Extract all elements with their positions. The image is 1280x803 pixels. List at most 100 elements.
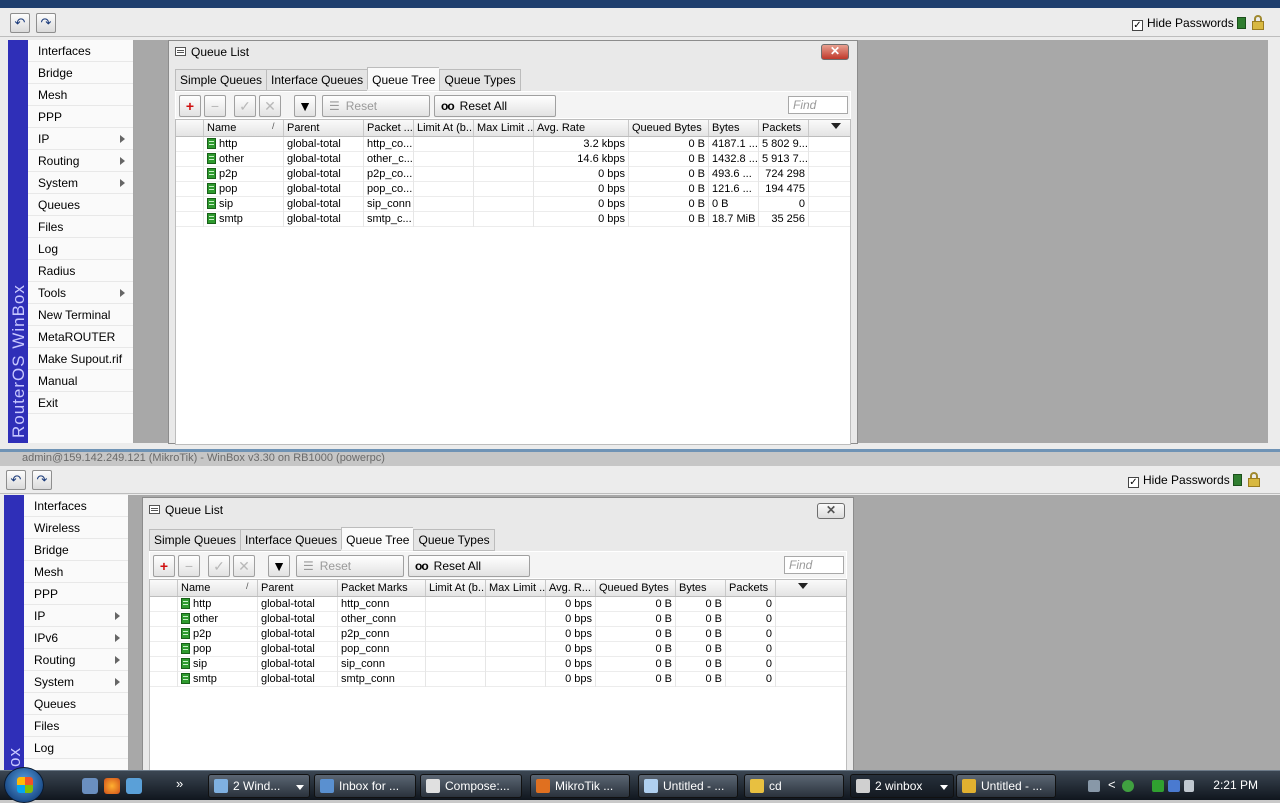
enable-button[interactable]: ✓: [208, 555, 230, 577]
column-header-packets[interactable]: Packets: [759, 120, 809, 136]
task-button[interactable]: Inbox for ...: [314, 774, 416, 798]
tab-simple-queues[interactable]: Simple Queues: [149, 529, 241, 551]
close-button[interactable]: ✕: [817, 503, 845, 519]
table-row[interactable]: http global-total http_co... 3.2 kbps 0 B 418…: [176, 137, 850, 152]
menu-item-ipv6[interactable]: IPv6: [24, 627, 128, 649]
menu-item-make-supout-rif[interactable]: Make Supout.rif: [28, 348, 133, 370]
column-header-packets[interactable]: Packets: [726, 580, 776, 596]
add-button[interactable]: +: [153, 555, 175, 577]
hide-passwords-checkbox[interactable]: ✓ Hide Passwords: [1132, 16, 1234, 31]
menu-item-ip[interactable]: IP: [24, 605, 128, 627]
tab-queue-tree[interactable]: Queue Tree: [341, 527, 414, 550]
tray-expand-button[interactable]: <: [1108, 777, 1116, 792]
window-2-titlebar[interactable]: admin@159.142.249.121 (MikroTik) - WinBo…: [0, 452, 1280, 466]
table-row[interactable]: p2p global-total p2p_conn 0 bps 0 B 0 B 0: [150, 627, 846, 642]
menu-item-log[interactable]: Log: [24, 737, 128, 759]
task-button[interactable]: MikroTik ...: [530, 774, 630, 798]
table-row[interactable]: other global-total other_c... 14.6 kbps 0 B 1…: [176, 152, 850, 167]
menu-item-interfaces[interactable]: Interfaces: [24, 495, 128, 517]
remove-button[interactable]: −: [204, 95, 226, 117]
menu-item-queues[interactable]: Queues: [28, 194, 133, 216]
column-header-avg-r-[interactable]: Avg. R...: [546, 580, 596, 596]
table-row[interactable]: sip global-total sip_conn 0 bps 0 B 0 B 0: [176, 197, 850, 212]
window-1-titlebar[interactable]: [0, 0, 1280, 8]
task-button[interactable]: Untitled - ...: [638, 774, 738, 798]
queue-list-titlebar[interactable]: Queue List: [169, 41, 857, 63]
enable-button[interactable]: ✓: [234, 95, 256, 117]
menu-item-mesh[interactable]: Mesh: [28, 84, 133, 106]
task-button[interactable]: Compose:...: [420, 774, 522, 798]
tab-queue-tree[interactable]: Queue Tree: [367, 67, 440, 90]
thunderbird-icon[interactable]: [126, 778, 142, 794]
menu-item-tools[interactable]: Tools: [28, 282, 133, 304]
checkbox-icon[interactable]: ✓: [1128, 477, 1139, 488]
redo-button[interactable]: ↷: [36, 13, 56, 33]
menu-item-interfaces[interactable]: Interfaces: [28, 40, 133, 62]
tab-queue-types[interactable]: Queue Types: [413, 529, 495, 551]
find-input[interactable]: Find: [784, 556, 844, 574]
menu-item-manual[interactable]: Manual: [28, 370, 133, 392]
menu-item-mesh[interactable]: Mesh: [24, 561, 128, 583]
quick-launch-more[interactable]: »: [176, 776, 183, 791]
menu-item-log[interactable]: Log: [28, 238, 133, 260]
clock[interactable]: 2:21 PM: [1213, 778, 1258, 792]
volume-icon[interactable]: [1184, 780, 1194, 792]
redo-button[interactable]: ↷: [32, 470, 52, 490]
menu-item-radius[interactable]: Radius: [28, 260, 133, 282]
menu-item-queues[interactable]: Queues: [24, 693, 128, 715]
menu-item-ppp[interactable]: PPP: [28, 106, 133, 128]
hide-passwords-checkbox[interactable]: ✓ Hide Passwords: [1128, 473, 1230, 488]
column-header-packet-marks[interactable]: Packet Marks: [338, 580, 426, 596]
column-header-bytes[interactable]: Bytes: [676, 580, 726, 596]
network-icon[interactable]: [1168, 780, 1180, 792]
table-row[interactable]: smtp global-total smtp_c... 0 bps 0 B 18.7 Mi…: [176, 212, 850, 227]
menu-item-metarouter[interactable]: MetaROUTER: [28, 326, 133, 348]
menu-item-system[interactable]: System: [24, 671, 128, 693]
task-button[interactable]: 2 Wind...: [208, 774, 310, 798]
tab-queue-types[interactable]: Queue Types: [439, 69, 521, 91]
table-row[interactable]: smtp global-total smtp_conn 0 bps 0 B 0 B 0: [150, 672, 846, 687]
columns-dropdown-icon[interactable]: [831, 123, 841, 129]
column-header-limit-at-b-[interactable]: Limit At (b...: [426, 580, 486, 596]
column-header-parent[interactable]: Parent: [258, 580, 338, 596]
column-header-avg-rate[interactable]: Avg. Rate: [534, 120, 629, 136]
task-button[interactable]: cd: [744, 774, 844, 798]
remove-button[interactable]: −: [178, 555, 200, 577]
reset-all-counters-button[interactable]: ooReset All Counters: [434, 95, 556, 133]
menu-item-files[interactable]: Files: [28, 216, 133, 238]
column-header-queued-bytes[interactable]: Queued Bytes: [596, 580, 676, 596]
menu-item-exit[interactable]: Exit: [28, 392, 133, 414]
menu-item-bridge[interactable]: Bridge: [24, 539, 128, 561]
table-row[interactable]: sip global-total sip_conn 0 bps 0 B 0 B 0: [150, 657, 846, 672]
column-header-packet-[interactable]: Packet ...: [364, 120, 414, 136]
keyboard-icon[interactable]: [1088, 780, 1100, 792]
tab-interface-queues[interactable]: Interface Queues: [240, 529, 342, 551]
column-header-max-limit-[interactable]: Max Limit ...: [474, 120, 534, 136]
menu-item-files[interactable]: Files: [24, 715, 128, 737]
table-row[interactable]: other global-total other_conn 0 bps 0 B 0 B 0: [150, 612, 846, 627]
start-button[interactable]: [4, 767, 44, 803]
table-row[interactable]: http global-total http_conn 0 bps 0 B 0 B 0: [150, 597, 846, 612]
queue-list-titlebar[interactable]: Queue List: [143, 498, 853, 522]
undo-button[interactable]: ↶: [10, 13, 30, 33]
menu-item-ip[interactable]: IP: [28, 128, 133, 150]
find-input[interactable]: Find: [788, 96, 848, 114]
task-button[interactable]: Untitled - ...: [956, 774, 1056, 798]
table-row[interactable]: pop global-total pop_conn 0 bps 0 B 0 B 0: [150, 642, 846, 657]
menu-item-new-terminal[interactable]: New Terminal: [28, 304, 133, 326]
tab-interface-queues[interactable]: Interface Queues: [266, 69, 368, 91]
table-row[interactable]: p2p global-total p2p_co... 0 bps 0 B 493.6 ..…: [176, 167, 850, 182]
close-button[interactable]: ✕: [821, 44, 849, 60]
filter-button[interactable]: ▼: [294, 95, 316, 117]
filter-button[interactable]: ▼: [268, 555, 290, 577]
table-row[interactable]: pop global-total pop_co... 0 bps 0 B 121.6 ..…: [176, 182, 850, 197]
task-button[interactable]: 2 winbox: [850, 774, 954, 798]
menu-item-routing[interactable]: Routing: [28, 150, 133, 172]
show-desktop-icon[interactable]: [82, 778, 98, 794]
columns-dropdown-icon[interactable]: [798, 583, 808, 589]
menu-item-ppp[interactable]: PPP: [24, 583, 128, 605]
reset-counters-button[interactable]: ☰Reset Counters: [296, 555, 404, 593]
add-button[interactable]: +: [179, 95, 201, 117]
undo-button[interactable]: ↶: [6, 470, 26, 490]
column-header-queued-bytes[interactable]: Queued Bytes: [629, 120, 709, 136]
